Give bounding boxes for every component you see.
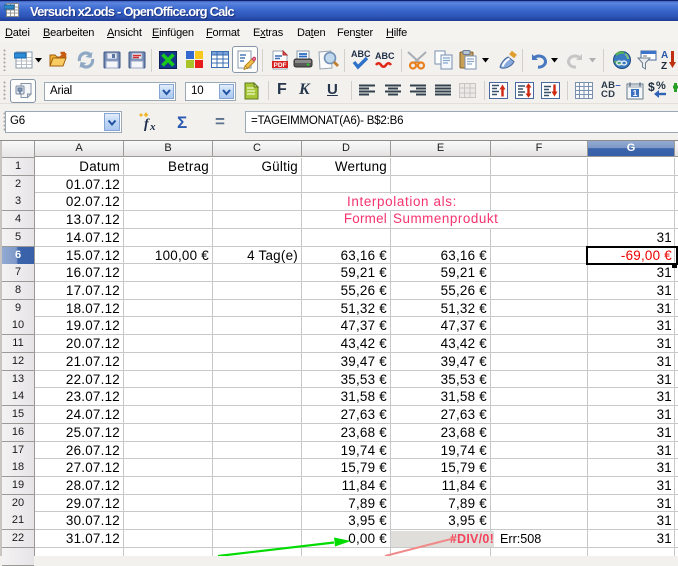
svg-text:x: x bbox=[149, 121, 156, 132]
svg-text:%: % bbox=[656, 80, 666, 92]
svg-text:1: 1 bbox=[633, 88, 638, 98]
svg-text:Z: Z bbox=[661, 61, 667, 71]
svg-text:PDF: PDF bbox=[274, 62, 287, 69]
svg-text:A: A bbox=[661, 50, 668, 61]
svg-text:ABC: ABC bbox=[375, 51, 395, 61]
svg-text:ABC: ABC bbox=[351, 49, 371, 59]
svg-text:$: $ bbox=[648, 80, 655, 94]
